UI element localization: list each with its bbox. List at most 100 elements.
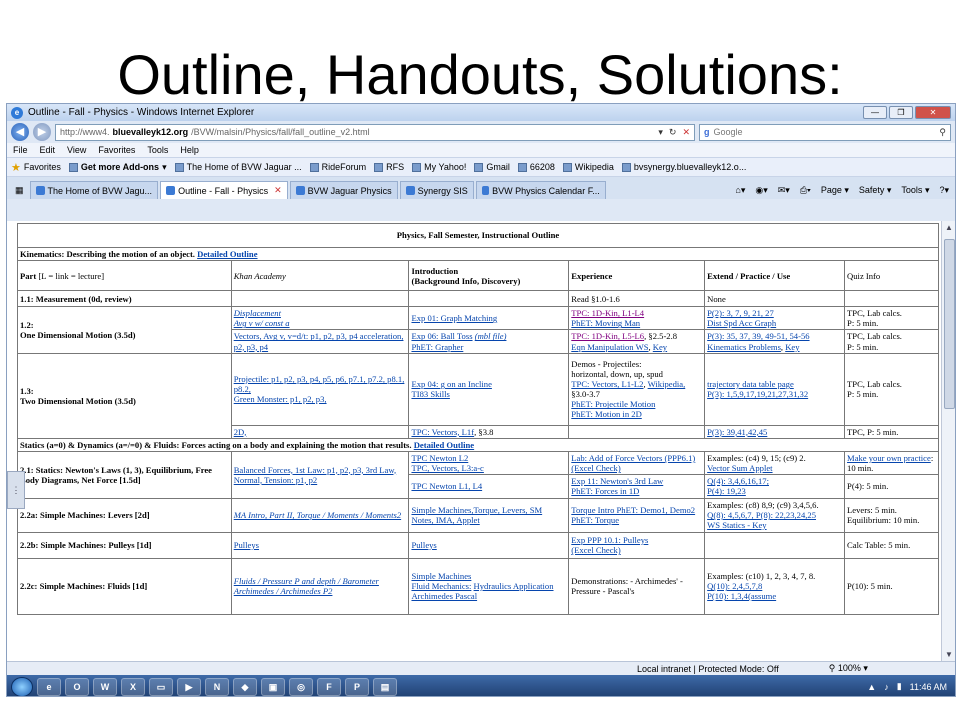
app-taskbar-icon[interactable]: ▣ [261, 677, 285, 696]
mail-icon[interactable]: ✉▾ [778, 185, 790, 196]
intro-link[interactable]: Fluid Mechanics: [411, 581, 471, 591]
start-button[interactable] [11, 676, 33, 696]
exp-link[interactable]: Torque Intro PhET: Demo1, Demo2 PhET: To… [571, 505, 695, 525]
fav-link-bvw-home[interactable]: The Home of BVW Jaguar ... [174, 162, 302, 172]
app-taskbar-icon[interactable]: F [317, 677, 341, 696]
menu-tools[interactable]: Tools [147, 145, 168, 155]
intro-link[interactable]: Pulleys [411, 540, 436, 550]
exp-link[interactable]: TPC: Vectors, L1-L2 [571, 379, 643, 389]
media-taskbar-icon[interactable]: ▶ [177, 677, 201, 696]
intro-link[interactable]: TPC Newton L2 [411, 453, 468, 463]
minimize-button[interactable]: — [863, 106, 887, 119]
fav-link-gmail[interactable]: Gmail [474, 162, 510, 172]
exp-link[interactable]: Exp 11: Newton's 3rd Law [571, 476, 663, 486]
intro-link[interactable]: Simple Machines [411, 571, 471, 581]
close-tab-icon[interactable]: ✕ [274, 185, 282, 196]
tab-calendar[interactable]: BVW Physics Calendar F... [475, 181, 606, 199]
fav-link-yahoo[interactable]: My Yahoo! [412, 162, 466, 172]
exp-link[interactable]: Lab: Add of Force Vectors (PPP6.1) [571, 453, 695, 463]
page-menu[interactable]: Page ▾ [821, 185, 849, 196]
khan-link[interactable]: 2D, [234, 427, 247, 437]
khan-link[interactable]: Fluids / Pressure P and depth / Baromete… [234, 576, 379, 596]
back-button[interactable]: ◀ [11, 123, 29, 141]
safety-menu[interactable]: Safety ▾ [859, 185, 892, 196]
exp-link[interactable]: TPC: 1D-Kin, L5-L6 [571, 331, 644, 341]
intro-link[interactable]: TPC Newton L1, L4 [411, 481, 482, 491]
vertical-scrollbar[interactable]: ▲ ▼ [941, 221, 955, 661]
fav-link-rfs[interactable]: RFS [374, 162, 404, 172]
excel-taskbar-icon[interactable]: X [121, 677, 145, 696]
ext-link[interactable]: P(3): 39,41,42,45 [707, 427, 767, 437]
khan-link[interactable]: Vectors, Avg v, v=d/t: p1, p2, p3, p4 ac… [234, 331, 404, 351]
chrome-taskbar-icon[interactable]: ◎ [289, 677, 313, 696]
ext-link[interactable]: Kinematics Problems [707, 342, 781, 352]
ext-link[interactable]: WS Statics - Key [707, 520, 766, 530]
exp-link[interactable]: Exp PPP 10.1: Pulleys [571, 535, 648, 545]
ext-link[interactable]: trajectory data table page [707, 379, 794, 389]
intro-link[interactable]: Exp 06: Ball Toss [411, 331, 472, 341]
network-icon[interactable]: ▮ [897, 681, 902, 692]
search-input[interactable]: g Google ⚲ [699, 123, 951, 141]
word-taskbar-icon[interactable]: W [93, 677, 117, 696]
tab-bvw-physics[interactable]: BVW Jaguar Physics [289, 181, 398, 199]
exp-link[interactable]: Eqn Manipulation WS [571, 342, 648, 352]
feeds-icon[interactable]: ◉▾ [755, 185, 767, 196]
folder-taskbar-icon[interactable]: ▭ [149, 677, 173, 696]
scroll-thumb[interactable] [944, 239, 955, 409]
exp-link[interactable]: PhET: Moving Man [571, 318, 640, 328]
exp-link[interactable]: (Excel Check) [571, 463, 620, 473]
intro-link[interactable]: (mbl file) [475, 331, 507, 341]
khan-link[interactable]: Pulleys [234, 540, 259, 550]
app-taskbar-icon[interactable]: ◆ [233, 677, 257, 696]
khan-link[interactable]: Balanced Forces, 1st Law: p1, p2, p3, 3r… [234, 465, 396, 485]
tools-menu[interactable]: Tools ▾ [901, 185, 929, 196]
fav-link-66208[interactable]: 66208 [517, 162, 555, 172]
ext-link[interactable]: Dist Spd Acc Graph [707, 318, 776, 328]
quick-tabs-icon[interactable]: ▦ [11, 185, 28, 199]
exp-link[interactable]: PhET: Motion in 2D [571, 409, 641, 419]
sidebar-grip-handle[interactable]: ⋮ [7, 471, 25, 509]
intro-link[interactable]: Exp 01: Graph Matching [411, 313, 497, 323]
quiz-link[interactable]: Make your own practice [847, 453, 931, 463]
intro-link[interactable]: TPC, Vectors, L3:a-c [411, 463, 483, 473]
volume-icon[interactable]: ♪ [884, 682, 889, 692]
ext-link[interactable]: P(3): 35, 37, 39, 49-51, 54-56 [707, 331, 809, 341]
exp-link[interactable]: (Excel Check) [571, 545, 620, 555]
scroll-up-icon[interactable]: ▲ [945, 223, 953, 232]
ext-link[interactable]: P(2): 3, 7, 9, 21, 27 [707, 308, 774, 318]
menu-file[interactable]: File [13, 145, 28, 155]
refresh-icon[interactable]: ↻ [669, 125, 677, 140]
ext-link[interactable]: P(4): 19,23 [707, 486, 746, 496]
scroll-down-icon[interactable]: ▼ [945, 650, 953, 659]
fav-link-rideforum[interactable]: RideForum [309, 162, 366, 172]
exp-link[interactable]: PhET: Projectile Motion [571, 399, 655, 409]
intro-link[interactable]: TPC: Vectors, L1f [411, 427, 474, 437]
fav-link-bvsynergy[interactable]: bvsynergy.bluevalleyk12.o... [621, 162, 746, 172]
help-icon[interactable]: ?▾ [939, 185, 949, 196]
fav-link-addons[interactable]: Get more Add-ons ▾ [68, 162, 167, 173]
exp-link[interactable]: Wikipedia, [648, 379, 686, 389]
restore-button[interactable]: ❐ [889, 106, 913, 119]
ext-link[interactable]: Q(4): 3,4,6,16,17; [707, 476, 769, 486]
intro-link[interactable]: TI83 Skills [411, 389, 449, 399]
ie-taskbar-icon[interactable]: e [37, 677, 61, 696]
khan-link[interactable]: Green Monster: p1, p2, p3, [234, 394, 327, 404]
ext-link[interactable]: P(3): 1,5,9,17,19,21,27,31,32 [707, 389, 808, 399]
tab-synergy[interactable]: Synergy SIS [399, 181, 474, 199]
ext-link[interactable]: Q(10): 2,4,5,7,8 [707, 581, 762, 591]
khan-link[interactable]: Avg v w/ const a [234, 318, 290, 328]
onenote-taskbar-icon[interactable]: N [205, 677, 229, 696]
khan-link[interactable]: Displacement [234, 308, 281, 318]
menu-help[interactable]: Help [180, 145, 199, 155]
office-taskbar-icon[interactable]: O [65, 677, 89, 696]
home-icon[interactable]: ⌂▾ [735, 185, 745, 196]
fav-link-wikipedia[interactable]: Wikipedia [562, 162, 614, 172]
zoom-level[interactable]: ⚲ 100% ▾ [829, 663, 868, 674]
clock[interactable]: 11:46 AM [910, 682, 947, 692]
ext-link[interactable]: Vector Sum Applet [707, 463, 772, 473]
address-bar[interactable]: http://www4. bluevalleyk12.org/BVW/malsin… [55, 123, 695, 141]
tab-outline[interactable]: Outline - Fall - Physics ✕ [160, 181, 288, 199]
detailed-outline-link[interactable]: Detailed Outline [414, 440, 474, 450]
exp-link[interactable]: PhET: Forces in 1D [571, 486, 639, 496]
close-button[interactable]: ✕ [915, 106, 951, 119]
